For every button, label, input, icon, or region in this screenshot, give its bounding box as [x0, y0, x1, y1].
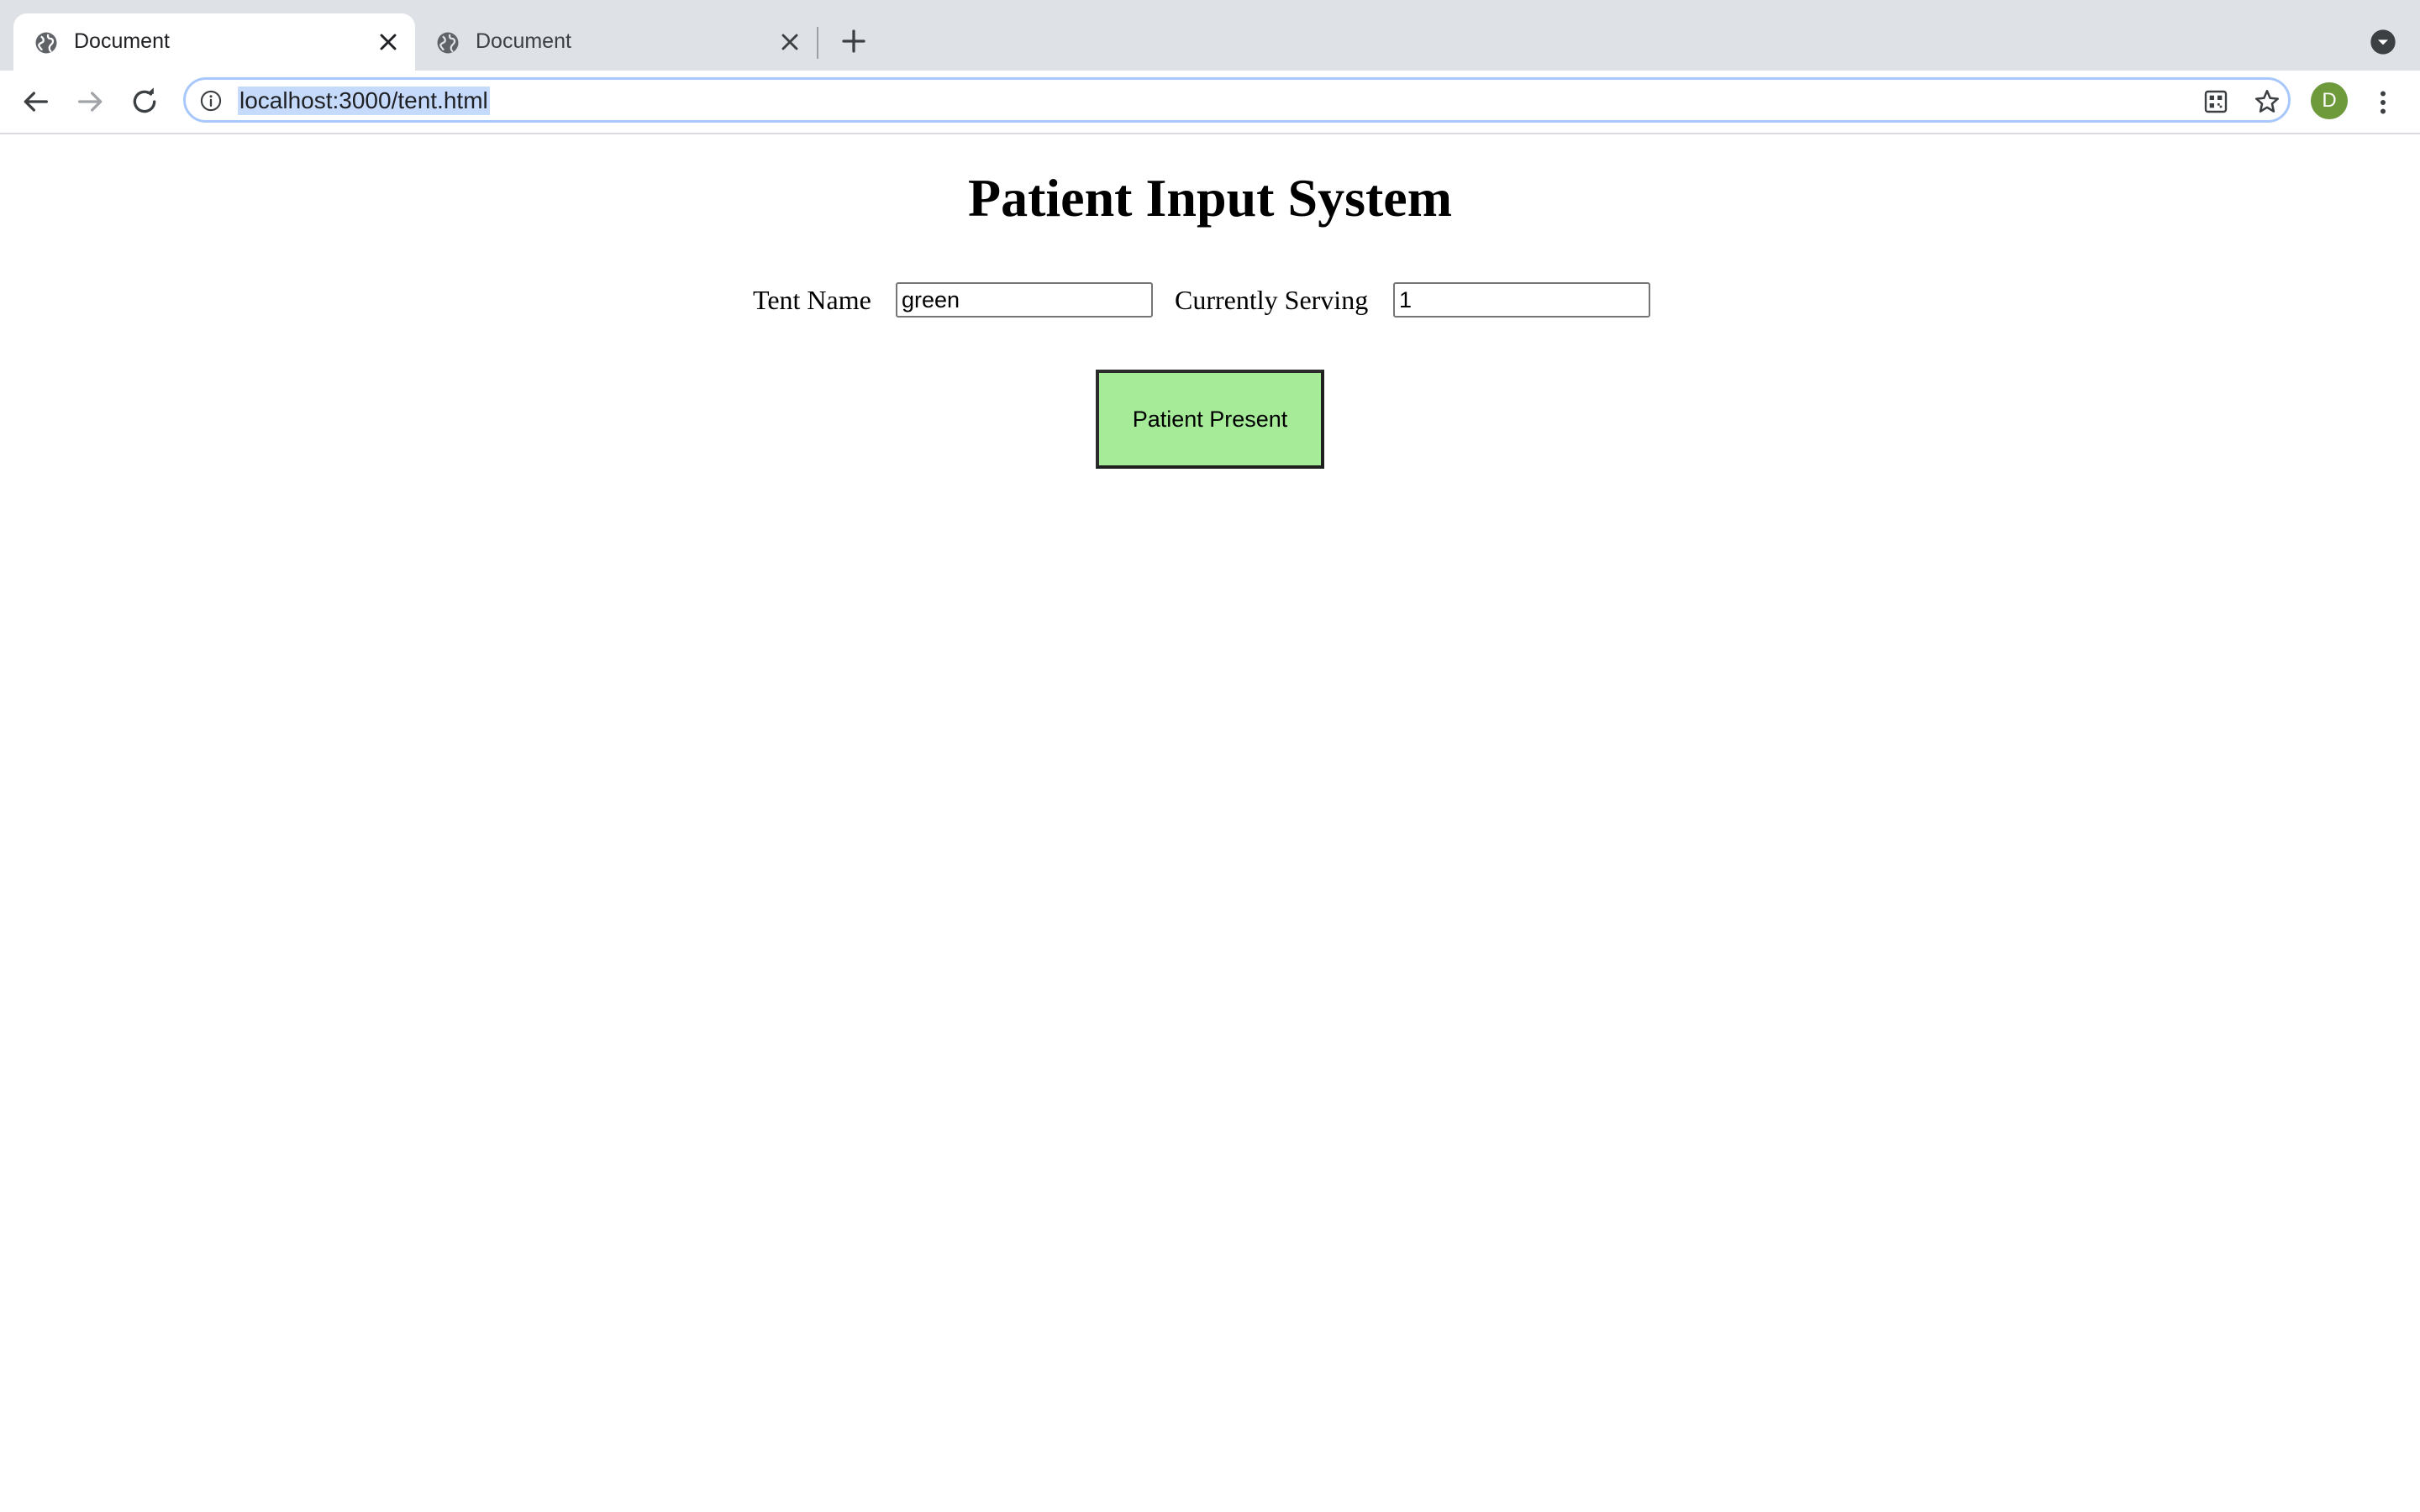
tent-name-input[interactable]: green: [896, 282, 1153, 318]
globe-icon: [35, 32, 57, 54]
bookmark-star-icon[interactable]: [2253, 87, 2281, 116]
currently-serving-input[interactable]: 1: [1393, 282, 1650, 318]
forward-arrow-icon[interactable]: [74, 85, 108, 118]
address-bar[interactable]: localhost:3000/tent.html: [183, 77, 2291, 123]
tab-title: Document: [476, 29, 571, 53]
tab-search-icon[interactable]: [2370, 29, 2396, 55]
patient-present-button[interactable]: Patient Present: [1096, 370, 1324, 469]
currently-serving-label: Currently Serving: [1175, 285, 1369, 315]
form-row: Tent Name green Currently Serving 1: [0, 281, 2420, 319]
globe-icon: [437, 32, 459, 54]
close-icon[interactable]: [776, 29, 803, 55]
tab-strip: Document Document: [0, 0, 2420, 71]
tab-separator: [817, 27, 818, 59]
toolbar: localhost:3000/tent.html D: [0, 71, 2420, 134]
profile-avatar[interactable]: D: [2311, 82, 2348, 119]
browser-window: Document Document localhost:3000/tent.ht…: [0, 0, 2420, 1512]
tent-name-label: Tent Name: [753, 285, 871, 315]
qr-code-icon[interactable]: [2202, 88, 2229, 115]
tab-title: Document: [74, 29, 170, 53]
page-title: Patient Input System: [967, 168, 1453, 228]
url-text[interactable]: localhost:3000/tent.html: [238, 87, 490, 115]
new-tab-icon[interactable]: [839, 26, 869, 56]
tab-inactive[interactable]: Document: [415, 13, 817, 71]
more-vert-icon[interactable]: [2368, 86, 2398, 119]
info-icon[interactable]: [199, 89, 223, 113]
back-arrow-icon[interactable]: [18, 85, 52, 118]
close-icon[interactable]: [375, 29, 402, 55]
reload-icon[interactable]: [128, 85, 161, 118]
tab-active[interactable]: Document: [13, 13, 415, 71]
page-content: Patient Input System Tent Name green Cur…: [0, 134, 2420, 1512]
